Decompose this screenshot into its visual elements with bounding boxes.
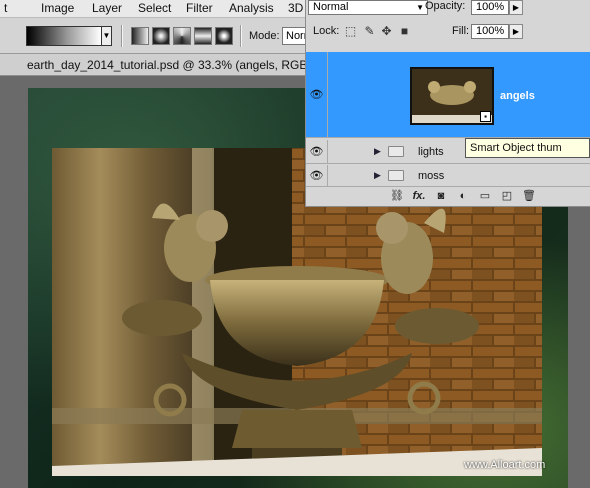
divider — [121, 25, 123, 47]
trash-icon[interactable]: 🗑 — [518, 189, 540, 203]
watermark: www.Alloart.com — [464, 459, 546, 471]
menu-item-filter[interactable]: Filter — [186, 1, 213, 15]
layer-row-moss[interactable]: 👁 ▶ moss — [306, 165, 590, 187]
fx-icon[interactable]: fx. — [408, 189, 430, 203]
photoshop-window: t Image Layer Select Filter Analysis 3D … — [0, 0, 590, 488]
new-group-icon[interactable]: ▭ — [474, 189, 496, 203]
eye-icon[interactable]: 👁 — [306, 52, 328, 137]
angle-gradient-icon[interactable] — [173, 27, 191, 45]
new-layer-icon[interactable]: ◰ — [496, 189, 518, 203]
lock-label: Lock: — [313, 25, 340, 37]
mode-label: Mode: — [249, 30, 280, 42]
expand-triangle-icon[interactable]: ▶ — [374, 146, 381, 157]
blend-mode-value: Normal — [313, 1, 349, 13]
opacity-label: Opacity: — [425, 0, 466, 12]
document-title: earth_day_2014_tutorial.psd @ 33.3% (ang… — [27, 58, 318, 72]
gradient-picker[interactable] — [26, 26, 102, 46]
layer-name-lights[interactable]: lights — [418, 146, 444, 158]
lock-brush-icon[interactable]: ✎ — [363, 25, 376, 38]
lock-transparency-icon[interactable]: ⬚ — [344, 25, 357, 38]
lock-move-icon[interactable]: ✥ — [380, 25, 393, 38]
blend-mode-select[interactable]: Normal ▼ — [308, 0, 428, 15]
layer-name-angels[interactable]: angels — [500, 90, 535, 102]
mask-icon[interactable]: ◙ — [430, 189, 452, 203]
opacity-arrow-icon[interactable]: ▶ — [509, 0, 523, 15]
menu-item-3d[interactable]: 3D — [288, 1, 303, 15]
radial-gradient-icon[interactable] — [152, 27, 170, 45]
fill-input[interactable]: 100% — [471, 24, 509, 39]
link-icon[interactable]: ⛓ — [386, 189, 408, 203]
chevron-down-icon[interactable]: ▼ — [101, 26, 112, 46]
chevron-down-icon: ▼ — [416, 3, 424, 12]
layers-panel-footer: ⛓ fx. ◙ ◐ ▭ ◰ 🗑 — [386, 189, 540, 203]
folder-icon — [388, 146, 404, 157]
divider — [240, 25, 242, 47]
adjustment-icon[interactable]: ◐ — [452, 189, 474, 203]
menu-item-image[interactable]: Image — [41, 1, 74, 15]
opacity-input[interactable]: 100% — [471, 0, 509, 15]
menu-item-analysis[interactable]: Analysis — [229, 1, 274, 15]
layer-thumbnail[interactable]: ▪ — [410, 67, 494, 125]
folder-icon — [388, 170, 404, 181]
expand-triangle-icon[interactable]: ▶ — [374, 170, 381, 181]
fill-label: Fill: — [452, 25, 470, 37]
smart-object-icon: ▪ — [480, 111, 491, 122]
document-tab[interactable]: earth_day_2014_tutorial.psd @ 33.3% (ang… — [0, 54, 317, 76]
eye-icon[interactable]: 👁 — [306, 140, 328, 163]
lock-all-icon[interactable]: ■ — [398, 25, 411, 38]
tooltip: Smart Object thum — [465, 138, 590, 158]
layer-name-moss[interactable]: moss — [418, 170, 444, 182]
layer-row-angels[interactable]: 👁 ▪ angels — [306, 52, 590, 138]
menu-item-layer[interactable]: Layer — [92, 1, 122, 15]
eye-icon[interactable]: 👁 — [306, 165, 328, 186]
menu-item-partial[interactable]: t — [4, 1, 7, 15]
linear-gradient-icon[interactable] — [131, 27, 149, 45]
fill-arrow-icon[interactable]: ▶ — [509, 24, 523, 39]
menu-item-select[interactable]: Select — [138, 1, 171, 15]
layers-panel: Normal ▼ Opacity: 100% ▶ Lock: ⬚ ✎ ✥ ■ F… — [305, 0, 590, 207]
diamond-gradient-icon[interactable] — [215, 27, 233, 45]
reflected-gradient-icon[interactable] — [194, 27, 212, 45]
